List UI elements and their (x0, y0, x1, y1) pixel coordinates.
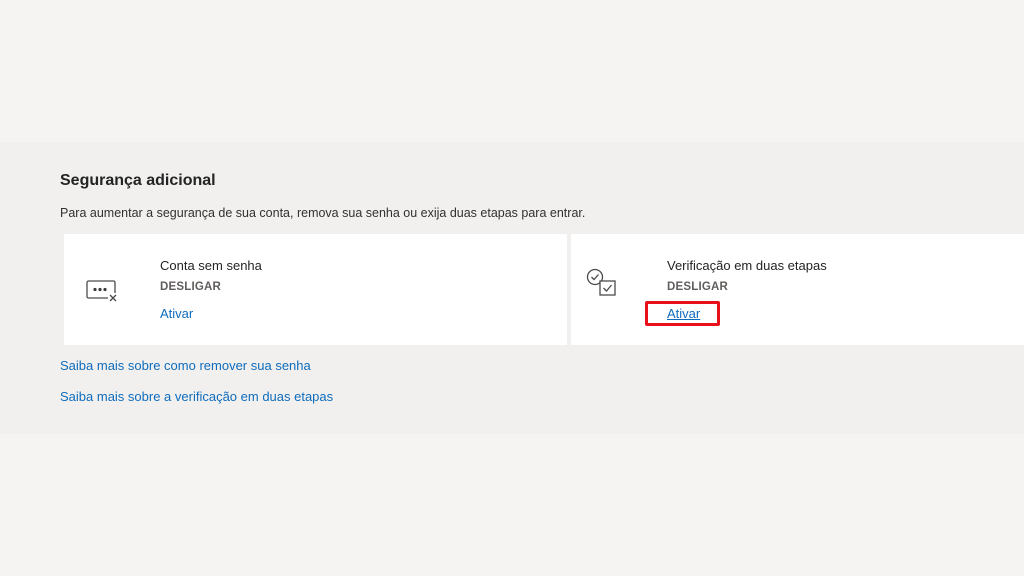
learn-more-two-step-link[interactable]: Saiba mais sobre a verificação em duas e… (60, 389, 333, 404)
card-title: Conta sem senha (160, 258, 262, 273)
highlight-box (645, 301, 720, 326)
section-title: Segurança adicional (60, 172, 216, 189)
bottom-band (0, 434, 1024, 576)
card-title: Verificação em duas etapas (667, 258, 827, 273)
status-label: DESLIGAR (160, 281, 222, 293)
password-removed-icon (84, 274, 120, 310)
two-step-verification-card: Verificação em duas etapas DESLIGAR Ativ… (571, 234, 1024, 345)
section-description: Para aumentar a segurança de sua conta, … (60, 206, 586, 220)
additional-security-section: Segurança adicional Para aumentar a segu… (0, 142, 1024, 434)
status-label: DESLIGAR (667, 281, 729, 293)
two-step-verification-icon (585, 265, 621, 301)
top-band (0, 0, 1024, 142)
learn-more-remove-password-link[interactable]: Saiba mais sobre como remover sua senha (60, 358, 311, 373)
passwordless-account-card: Conta sem senha DESLIGAR Ativar (64, 234, 567, 345)
enable-passwordless-link[interactable]: Ativar (160, 306, 193, 321)
